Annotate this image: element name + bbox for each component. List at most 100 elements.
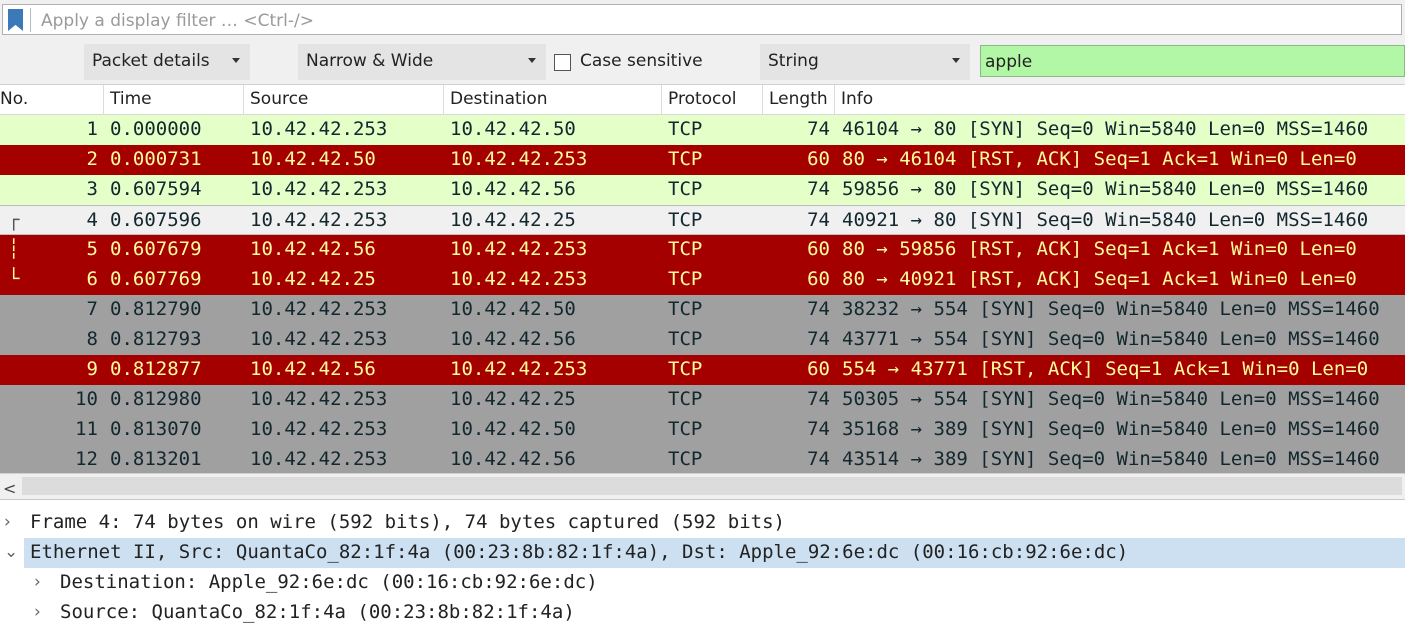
packet-row[interactable]: ┆ 5 0.607679 10.42.42.56 10.42.42.253 TCP 60 80… xyxy=(0,235,1405,265)
packet-no: 8 xyxy=(86,328,98,350)
packet-row[interactable]: 9 0.812877 10.42.42.56 10.42.42.253 TCP 60 554… xyxy=(0,355,1405,385)
detail-tree-item[interactable]: ⌄ Ethernet II, Src: QuantaCo_82:1f:4a (00… xyxy=(0,538,1405,568)
packet-list: 1 0.000000 10.42.42.253 10.42.42.50 TCP 74 461… xyxy=(0,115,1405,473)
detail-text: Destination: Apple_92:6e:dc (00:16:cb:92… xyxy=(60,571,598,593)
column-header-info[interactable]: Info xyxy=(841,89,873,109)
packet-destination: 10.42.42.253 xyxy=(450,238,588,260)
collapse-arrow-icon[interactable]: ⌄ xyxy=(4,542,18,562)
packet-destination: 10.42.42.56 xyxy=(450,328,576,350)
packet-length: 74 xyxy=(807,418,830,440)
packet-protocol: TCP xyxy=(668,448,703,470)
expand-arrow-icon[interactable]: › xyxy=(4,512,11,532)
packet-time: 0.812980 xyxy=(110,388,202,410)
case-sensitive-toggle[interactable]: Case sensitive xyxy=(550,44,750,80)
packet-time: 0.813070 xyxy=(110,418,202,440)
packet-time: 0.607596 xyxy=(110,209,202,231)
packet-protocol: TCP xyxy=(668,178,703,200)
packet-row[interactable]: 7 0.812790 10.42.42.253 10.42.42.50 TCP 74 382… xyxy=(0,295,1405,325)
packet-time: 0.000731 xyxy=(110,148,202,170)
packet-protocol: TCP xyxy=(668,238,703,260)
search-input[interactable]: apple xyxy=(980,45,1405,77)
char-width-select[interactable]: Narrow & Wide xyxy=(298,44,546,80)
detail-text: Source: QuantaCo_82:1f:4a (00:23:8b:82:1… xyxy=(60,601,575,623)
packet-time: 0.812877 xyxy=(110,358,202,380)
packet-row[interactable]: ┌ 4 0.607596 10.42.42.253 10.42.42.25 TCP 74 40… xyxy=(0,205,1405,235)
search-in-value: Packet details xyxy=(92,51,210,71)
search-type-value: String xyxy=(768,51,819,71)
column-header-protocol[interactable]: Protocol xyxy=(668,89,737,109)
detail-tree-item[interactable]: › Destination: Apple_92:6e:dc (00:16:cb:9… xyxy=(0,568,1405,598)
packet-no: 5 xyxy=(86,238,98,260)
packet-row[interactable]: 10 0.812980 10.42.42.253 10.42.42.25 TCP 74 50… xyxy=(0,385,1405,415)
display-filter-input[interactable]: Apply a display filter … <Ctrl-/> xyxy=(2,4,1402,35)
packet-row[interactable]: 12 0.813201 10.42.42.253 10.42.42.56 TCP 74 43… xyxy=(0,445,1405,473)
packet-time: 0.607594 xyxy=(110,178,202,200)
bookmark-icon[interactable] xyxy=(8,9,23,31)
packet-time: 0.813201 xyxy=(110,448,202,470)
packet-row[interactable]: 3 0.607594 10.42.42.253 10.42.42.56 TCP 74 598… xyxy=(0,175,1405,205)
packet-protocol: TCP xyxy=(668,418,703,440)
packet-time: 0.000000 xyxy=(110,118,202,140)
scroll-left-icon[interactable]: < xyxy=(3,479,16,498)
column-header-source[interactable]: Source xyxy=(250,89,308,109)
expand-arrow-icon[interactable]: › xyxy=(34,572,41,592)
packet-protocol: TCP xyxy=(668,358,703,380)
packet-no: 3 xyxy=(86,178,98,200)
packet-length: 60 xyxy=(807,238,830,260)
packet-protocol: TCP xyxy=(668,209,703,231)
packet-source: 10.42.42.25 xyxy=(250,268,376,290)
packet-list-header: No. Time Source Destination Protocol Len… xyxy=(0,85,1405,115)
packet-length: 74 xyxy=(807,118,830,140)
packet-row[interactable]: 2 0.000731 10.42.42.50 10.42.42.253 TCP 60 80 … xyxy=(0,145,1405,175)
column-divider[interactable] xyxy=(103,85,104,115)
packet-no: 1 xyxy=(86,118,98,140)
packet-info: 43514 → 389 [SYN] Seq=0 Win=5840 Len=0 M… xyxy=(842,448,1380,470)
packet-time: 0.607679 xyxy=(110,238,202,260)
packet-length: 60 xyxy=(807,358,830,380)
column-header-destination[interactable]: Destination xyxy=(450,89,548,109)
column-divider[interactable] xyxy=(443,85,444,115)
chevron-down-icon xyxy=(232,58,240,63)
packet-time: 0.812793 xyxy=(110,328,202,350)
packet-row[interactable]: 8 0.812793 10.42.42.253 10.42.42.56 TCP 74 437… xyxy=(0,325,1405,355)
packet-info: 43771 → 554 [SYN] Seq=0 Win=5840 Len=0 M… xyxy=(842,328,1380,350)
search-type-select[interactable]: String xyxy=(760,44,970,80)
packet-source: 10.42.42.253 xyxy=(250,298,388,320)
column-header-no[interactable]: No. xyxy=(0,89,28,109)
scrollbar-track[interactable] xyxy=(22,477,1402,495)
case-sensitive-checkbox[interactable] xyxy=(554,54,571,71)
find-packet-toolbar: Packet details Narrow & Wide Case sensit… xyxy=(0,40,1405,85)
column-divider[interactable] xyxy=(661,85,662,115)
column-divider[interactable] xyxy=(762,85,763,115)
detail-tree-item[interactable]: › Frame 4: 74 bytes on wire (592 bits), 7… xyxy=(0,508,1405,538)
packet-row[interactable]: 11 0.813070 10.42.42.253 10.42.42.50 TCP 74 35… xyxy=(0,415,1405,445)
packet-source: 10.42.42.253 xyxy=(250,328,388,350)
packet-destination: 10.42.42.56 xyxy=(450,178,576,200)
display-filter-bar: Apply a display filter … <Ctrl-/> xyxy=(0,0,1405,40)
packet-info: 40921 → 80 [SYN] Seq=0 Win=5840 Len=0 MS… xyxy=(842,209,1369,231)
packet-info: 554 → 43771 [RST, ACK] Seq=1 Ack=1 Win=0… xyxy=(842,358,1369,380)
expand-arrow-icon[interactable]: › xyxy=(34,602,41,622)
column-header-length[interactable]: Length xyxy=(769,89,828,109)
packet-protocol: TCP xyxy=(668,268,703,290)
char-width-value: Narrow & Wide xyxy=(306,51,434,71)
packet-length: 74 xyxy=(807,328,830,350)
packet-destination: 10.42.42.25 xyxy=(450,388,576,410)
search-in-select[interactable]: Packet details xyxy=(84,44,250,80)
detail-tree-item[interactable]: › Source: QuantaCo_82:1f:4a (00:23:8b:82:… xyxy=(0,598,1405,628)
packet-no: 10 xyxy=(75,388,98,410)
column-divider[interactable] xyxy=(243,85,244,115)
packet-length: 74 xyxy=(807,448,830,470)
column-header-time[interactable]: Time xyxy=(110,89,152,109)
packet-list-scrollbar[interactable]: < xyxy=(0,473,1405,499)
packet-protocol: TCP xyxy=(668,148,703,170)
packet-row[interactable]: └ 6 0.607769 10.42.42.25 10.42.42.253 TCP 60 80… xyxy=(0,265,1405,295)
filter-placeholder: Apply a display filter … <Ctrl-/> xyxy=(41,11,314,31)
packet-row[interactable]: 1 0.000000 10.42.42.253 10.42.42.50 TCP 74 461… xyxy=(0,115,1405,145)
packet-no: 9 xyxy=(86,358,98,380)
packet-no: 4 xyxy=(86,209,98,231)
packet-time: 0.607769 xyxy=(110,268,202,290)
packet-no: 11 xyxy=(75,418,98,440)
column-divider[interactable] xyxy=(834,85,835,115)
packet-no: 6 xyxy=(86,268,98,290)
